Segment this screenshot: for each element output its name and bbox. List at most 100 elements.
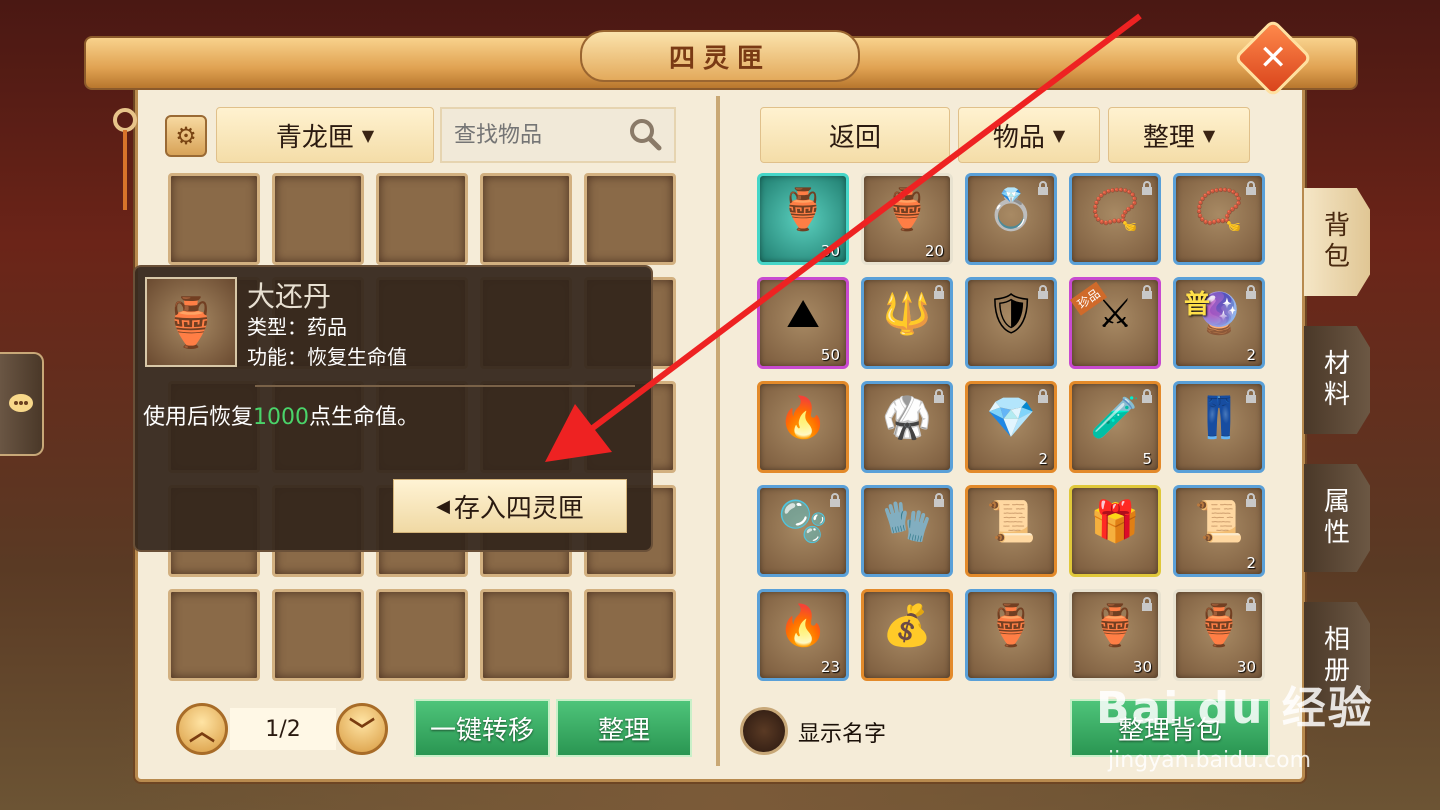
show-names-toggle[interactable] bbox=[740, 707, 788, 755]
page-prev-button[interactable]: ︿ bbox=[176, 703, 228, 755]
desc-suffix: 点生命值。 bbox=[309, 405, 420, 430]
inventory-item[interactable]: 🎁 bbox=[1069, 485, 1161, 577]
desc-value: 1000 bbox=[253, 405, 310, 430]
filter-label: 物品 bbox=[992, 122, 1045, 153]
caret-left-icon: ◀ bbox=[436, 495, 450, 517]
lock-icon bbox=[1140, 388, 1154, 403]
inventory-item[interactable]: ⚔ 珍品 bbox=[1069, 277, 1161, 369]
red-gourd-icon: 🏺 bbox=[778, 187, 828, 234]
lock-icon bbox=[1140, 596, 1154, 611]
storage-slot[interactable] bbox=[168, 589, 260, 681]
panel-divider bbox=[716, 96, 720, 766]
inventory-item[interactable]: ⛰ 50 bbox=[757, 277, 849, 369]
chevron-down-icon: ▼ bbox=[1202, 125, 1216, 145]
close-icon: ✕ bbox=[1258, 38, 1288, 78]
scroll-icon: 📜 bbox=[986, 499, 1036, 546]
inventory-item[interactable]: 💎 2 bbox=[965, 381, 1057, 473]
back-button[interactable]: 返回 bbox=[760, 107, 950, 163]
side-tab-materials[interactable]: 材 料 bbox=[1304, 326, 1370, 434]
back-label: 返回 bbox=[828, 122, 881, 153]
storage-slot[interactable] bbox=[376, 589, 468, 681]
item-count: 30 bbox=[820, 242, 840, 260]
inventory-item[interactable]: 🏺 bbox=[965, 589, 1057, 681]
inventory-item[interactable]: 🔥 23 bbox=[757, 589, 849, 681]
bag-sort-dropdown[interactable]: 整理 ▼ bbox=[1108, 107, 1250, 163]
chevron-up-icon: ︿ bbox=[188, 716, 215, 747]
search-box[interactable] bbox=[440, 107, 676, 163]
side-tab-label: 材 料 bbox=[1323, 348, 1350, 410]
one-click-transfer-button[interactable]: 一键转移 bbox=[414, 699, 550, 757]
gold-sand-icon: ⛰ bbox=[786, 290, 820, 337]
storage-sort-button[interactable]: 整理 bbox=[556, 699, 692, 757]
storage-slot[interactable] bbox=[584, 589, 676, 681]
inventory-item[interactable]: 🥋 bbox=[861, 381, 953, 473]
chevron-down-icon: ﹀ bbox=[348, 716, 375, 747]
lock-icon bbox=[1140, 180, 1154, 195]
store-in-box-button[interactable]: ◀ 存入四灵匣 bbox=[393, 479, 627, 533]
blue-gourd-icon: 🏺 bbox=[882, 187, 932, 234]
lock-icon bbox=[1244, 388, 1258, 403]
side-tab-attributes[interactable]: 属 性 bbox=[1304, 464, 1370, 572]
inventory-item[interactable]: 👖 bbox=[1173, 381, 1265, 473]
tooltip-item-function: 功能：恢复生命值 bbox=[247, 345, 407, 369]
search-icon[interactable] bbox=[628, 117, 662, 151]
box-select-label: 青龙匣 bbox=[275, 122, 354, 153]
inventory-item[interactable]: 🛡 bbox=[965, 277, 1057, 369]
tooltip-divider bbox=[255, 385, 635, 387]
lock-icon bbox=[932, 492, 946, 507]
storage-slot[interactable] bbox=[376, 173, 468, 265]
item-filter-dropdown[interactable]: 物品 ▼ bbox=[958, 107, 1100, 163]
inventory-item[interactable]: 💍 bbox=[965, 173, 1057, 265]
inventory-item[interactable]: 🧤 bbox=[861, 485, 953, 577]
tassel-ornament bbox=[113, 108, 137, 210]
coin-bag-icon: 💰 bbox=[882, 603, 932, 650]
box-select-dropdown[interactable]: 青龙匣 ▼ bbox=[216, 107, 434, 163]
lotus-fire-icon: 🔥 bbox=[778, 395, 828, 442]
item-count: 2 bbox=[1246, 554, 1256, 572]
show-names-label: 显示名字 bbox=[798, 722, 887, 747]
side-tab-bag[interactable]: 背 包 bbox=[1304, 188, 1370, 296]
lock-icon bbox=[1036, 388, 1050, 403]
storage-slot[interactable] bbox=[168, 173, 260, 265]
item-count: 2 bbox=[1246, 346, 1256, 364]
storage-slot[interactable] bbox=[272, 173, 364, 265]
inventory-item[interactable]: 📜 bbox=[965, 485, 1057, 577]
settings-gear-icon[interactable]: ⚙ bbox=[165, 115, 207, 157]
watermark-url: jingyan.baidu.com bbox=[1108, 748, 1312, 773]
chat-tab[interactable] bbox=[0, 352, 44, 456]
watermark-brand: Bai du 经验 bbox=[1096, 683, 1374, 734]
inventory-item[interactable]: 🏺 30 bbox=[757, 173, 849, 265]
page-next-button[interactable]: ﹀ bbox=[336, 703, 388, 755]
lock-icon bbox=[1036, 180, 1050, 195]
inventory-item[interactable]: 📿 bbox=[1069, 173, 1161, 265]
inventory-item[interactable]: 🧪 5 bbox=[1069, 381, 1161, 473]
item-count: 23 bbox=[820, 658, 840, 676]
red-gourd-icon: 🏺 bbox=[145, 277, 237, 367]
storage-slot[interactable] bbox=[272, 589, 364, 681]
search-input[interactable] bbox=[454, 122, 624, 148]
inventory-item[interactable]: 📜 2 bbox=[1173, 485, 1265, 577]
lock-icon bbox=[828, 492, 842, 507]
inventory-item[interactable]: 💰 bbox=[861, 589, 953, 681]
inventory-item[interactable]: 🔮 2 普 bbox=[1173, 277, 1265, 369]
storage-slot[interactable] bbox=[480, 173, 572, 265]
inventory-item[interactable]: 🏺 30 bbox=[1173, 589, 1265, 681]
item-tooltip: 🏺 大还丹 类型：药品 功能：恢复生命值 使用后恢复1000点生命值。 ◀ 存入四… bbox=[133, 265, 653, 552]
item-count: 50 bbox=[820, 346, 840, 364]
storage-slot[interactable] bbox=[480, 589, 572, 681]
lock-icon bbox=[932, 284, 946, 299]
lock-icon bbox=[1244, 596, 1258, 611]
inventory-item[interactable]: 🏺 30 bbox=[1069, 589, 1161, 681]
chevron-down-icon: ▼ bbox=[361, 125, 375, 145]
inventory-item[interactable]: 🔥 bbox=[757, 381, 849, 473]
inventory-item[interactable]: 📿 bbox=[1173, 173, 1265, 265]
purple-gourd-icon: 🏺 bbox=[986, 603, 1036, 650]
item-count: 20 bbox=[924, 242, 944, 260]
inventory-item[interactable]: 🔱 bbox=[861, 277, 953, 369]
lock-icon bbox=[1036, 284, 1050, 299]
inventory-item[interactable]: 🫧 bbox=[757, 485, 849, 577]
desc-prefix: 使用后恢复 bbox=[143, 405, 254, 430]
inventory-item[interactable]: 🏺 20 bbox=[861, 173, 953, 265]
chat-bubble-icon bbox=[9, 394, 33, 412]
storage-slot[interactable] bbox=[584, 173, 676, 265]
